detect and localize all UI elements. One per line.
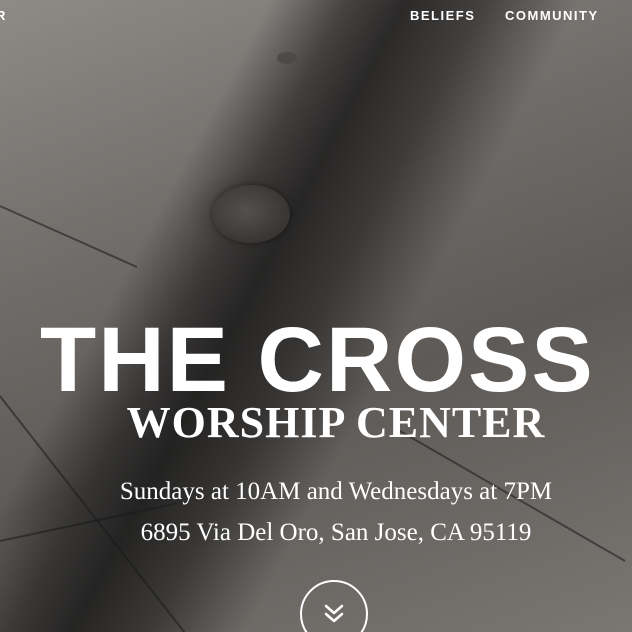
hero-section: R BELIEFS COMMUNITY THE CROSS WORSHIP CE… xyxy=(0,0,632,632)
nav-item-cut-off[interactable]: R xyxy=(0,8,7,23)
church-address: 6895 Via Del Oro, San Jose, CA 95119 xyxy=(140,519,532,546)
pavement-crack xyxy=(0,205,138,268)
nav-item-beliefs[interactable]: BELIEFS xyxy=(410,8,475,23)
manhole-cover xyxy=(212,185,290,243)
page-subtitle: WORSHIP CENTER xyxy=(126,397,546,447)
service-times: Sundays at 10AM and Wednesdays at 7PM xyxy=(119,478,553,505)
top-nav: R BELIEFS COMMUNITY xyxy=(0,8,632,28)
scroll-down-button[interactable] xyxy=(300,580,368,632)
pavement-bolt xyxy=(277,52,297,64)
nav-item-community[interactable]: COMMUNITY xyxy=(505,8,599,23)
double-chevron-down-icon xyxy=(324,604,344,623)
